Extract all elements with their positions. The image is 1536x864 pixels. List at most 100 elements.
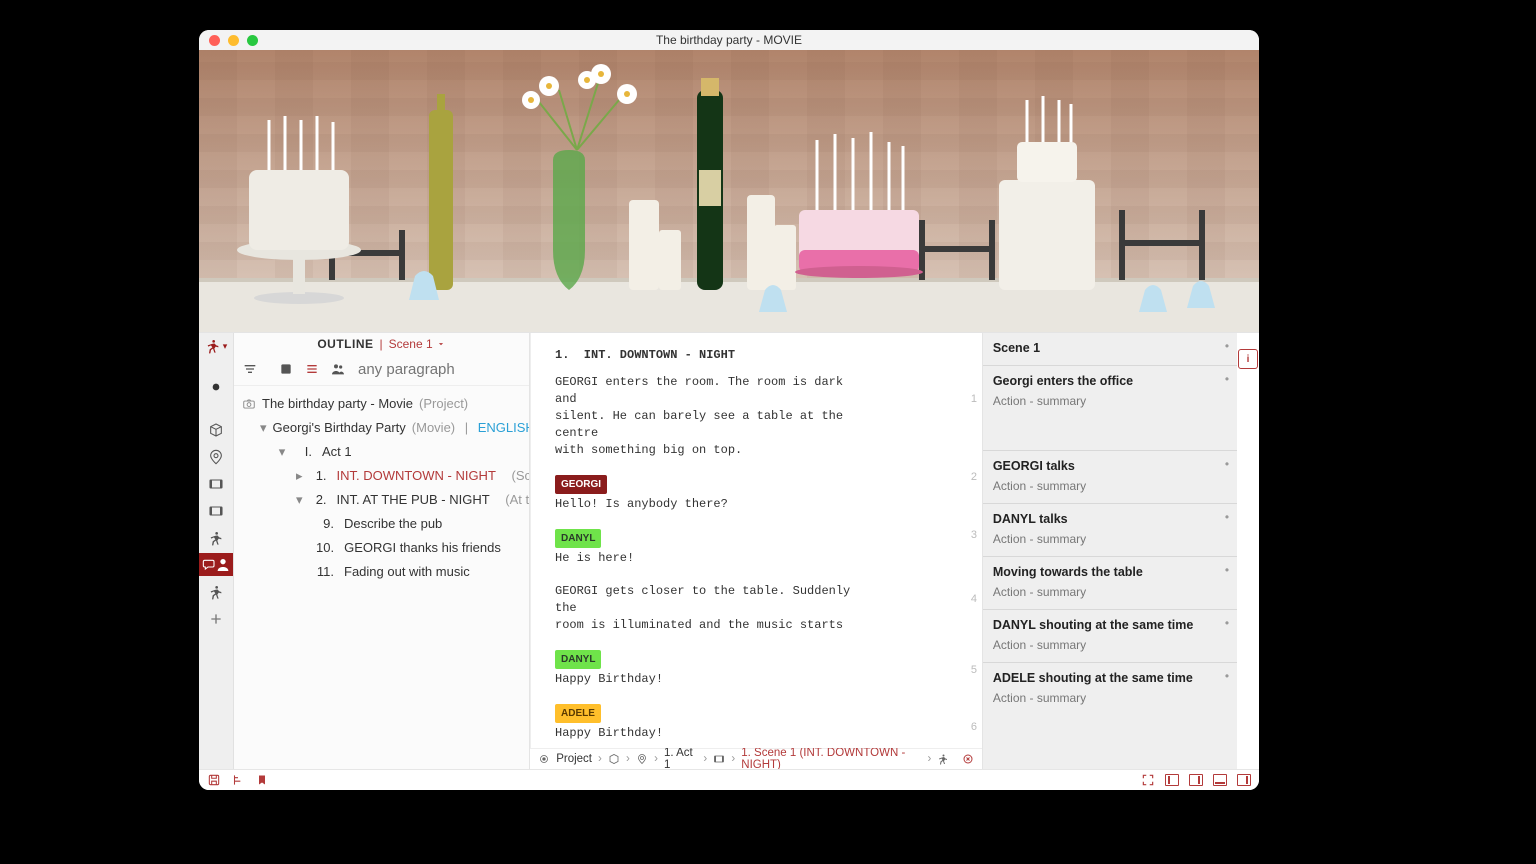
chevron-down-icon: ▾ <box>296 492 303 508</box>
info-card-sub: Action - summary <box>993 691 1227 705</box>
nav-runner-icon[interactable] <box>199 526 233 549</box>
info-card-sub: Action - summary <box>993 394 1227 408</box>
dialogue-line[interactable]: Happy Birthday! <box>555 725 855 742</box>
outline-project-row[interactable]: The birthday party - Movie (Project) <box>238 392 525 416</box>
panel-left-icon[interactable] <box>1165 773 1179 787</box>
dialogue-line[interactable]: Hello! Is anybody there? <box>555 496 855 513</box>
crumb-project[interactable]: Project <box>556 753 592 765</box>
structure-icon[interactable] <box>231 773 245 787</box>
fullscreen-icon[interactable] <box>1141 773 1155 787</box>
main: ▾ <box>199 332 1259 769</box>
info-card-sub: Action - summary <box>993 532 1227 546</box>
runner-icon[interactable]: ▾ <box>199 337 233 355</box>
dialogue-line[interactable]: Happy Birthday! <box>555 671 855 688</box>
close-window-button[interactable] <box>209 35 220 46</box>
status-bar <box>199 769 1259 790</box>
left-icon-strip: ▾ <box>199 333 234 769</box>
action-paragraph[interactable]: GEORGI enters the room. The room is dark… <box>555 374 855 459</box>
outline-act-row[interactable]: ▾ I. Act 1 <box>272 440 525 464</box>
camera-icon <box>242 397 256 411</box>
outline-panel: OUTLINE | Scene 1 <box>234 333 530 769</box>
info-card-sub: Action - summary <box>993 638 1227 652</box>
info-scene-header[interactable]: Scene 1 • <box>983 333 1237 366</box>
action-paragraph[interactable]: GEORGI gets closer to the table. Suddenl… <box>555 583 855 634</box>
panel-bottom-icon[interactable] <box>1213 773 1227 787</box>
chevron-down-icon: ▾ <box>276 444 288 460</box>
language-link[interactable]: ENGLISH <box>478 420 529 436</box>
outline-beat-row[interactable]: 11. Fading out with music <box>312 560 525 584</box>
film-icon <box>713 752 725 766</box>
nav-location-icon[interactable] <box>199 445 233 468</box>
info-card[interactable]: GEORGI talks Action - summary • <box>983 451 1237 504</box>
info-card-sub: Action - summary <box>993 479 1227 493</box>
info-card[interactable]: ADELE shouting at the same time Action -… <box>983 663 1237 715</box>
outline-header: OUTLINE | Scene 1 <box>234 333 529 353</box>
scene-heading[interactable]: 1. INT. DOWNTOWN - NIGHT <box>555 347 961 364</box>
breadcrumb: Project › › › 1. Act 1 › › 1. Scene 1 (I… <box>530 748 982 769</box>
filter-icon[interactable] <box>242 359 258 379</box>
zoom-window-button[interactable] <box>247 35 258 46</box>
character-tag-georgi[interactable]: GEORGI <box>555 475 607 494</box>
titlebar: The birthday party - MOVIE <box>199 30 1259 50</box>
chevron-down-icon: ▾ <box>260 420 267 436</box>
outline-title: OUTLINE <box>317 337 373 351</box>
editor-body[interactable]: 1. INT. DOWNTOWN - NIGHT GEORGI enters t… <box>530 333 982 748</box>
info-scene-title: Scene 1 <box>993 341 1227 355</box>
info-icon[interactable]: i <box>1238 349 1258 369</box>
right-icon-strip: i <box>1237 333 1259 769</box>
outline-movie-row[interactable]: ▾ Georgi's Birthday Party (Movie) | ENGL… <box>256 416 525 440</box>
view-people-icon[interactable] <box>330 359 346 379</box>
save-icon[interactable] <box>207 773 221 787</box>
script-page[interactable]: 1. INT. DOWNTOWN - NIGHT GEORGI enters t… <box>530 333 982 748</box>
runner-icon <box>937 752 949 766</box>
view-card-icon[interactable] <box>278 359 294 379</box>
info-panel: Scene 1 • Georgi enters the office Actio… <box>983 333 1237 769</box>
info-card[interactable]: Moving towards the table Action - summar… <box>983 557 1237 610</box>
info-card-headline: DANYL talks <box>993 512 1227 526</box>
pin-icon <box>636 752 648 766</box>
crumb-act[interactable]: 1. Act 1 <box>664 747 697 771</box>
chevron-right-icon: ▸ <box>296 468 303 484</box>
app-window: The birthday party - MOVIE <box>199 30 1259 790</box>
character-tag-adele[interactable]: ADELE <box>555 704 601 723</box>
nav-film2-icon[interactable] <box>199 499 233 522</box>
nav-runner2-icon[interactable] <box>199 580 233 603</box>
window-title: The birthday party - MOVIE <box>199 33 1259 47</box>
info-card[interactable]: DANYL shouting at the same time Action -… <box>983 610 1237 663</box>
character-tag-danyl[interactable]: DANYL <box>555 529 601 548</box>
outline-search-input[interactable] <box>356 360 559 379</box>
outline-scene-row[interactable]: ▸ 1. INT. DOWNTOWN - NIGHT (Scene 1) <box>292 464 525 488</box>
hero-image <box>199 50 1259 332</box>
dialogue-line[interactable]: He is here! <box>555 550 855 567</box>
info-card-headline: DANYL shouting at the same time <box>993 618 1227 632</box>
info-card[interactable]: Georgi enters the office Action - summar… <box>983 366 1237 451</box>
cube-icon <box>608 752 620 766</box>
outline-tree: The birthday party - Movie (Project) ▾ G… <box>234 386 529 769</box>
info-card-headline: ADELE shouting at the same time <box>993 671 1227 685</box>
panel-right2-icon[interactable] <box>1237 773 1251 787</box>
info-card-headline: GEORGI talks <box>993 459 1227 473</box>
info-card-headline: Moving towards the table <box>993 565 1227 579</box>
nav-add-icon[interactable] <box>199 607 233 630</box>
nav-dot-icon[interactable] <box>199 375 233 398</box>
outline-tools <box>234 353 529 386</box>
panel-right-icon[interactable] <box>1189 773 1203 787</box>
minimize-window-button[interactable] <box>228 35 239 46</box>
outline-current-scene[interactable]: Scene 1 <box>389 337 446 351</box>
breadcrumb-close-icon[interactable] <box>962 752 974 766</box>
outline-beat-row[interactable]: 10. GEORGI thanks his friends <box>312 536 525 560</box>
nav-dialogue-icon[interactable] <box>199 553 233 576</box>
outline-beat-row[interactable]: 9. Describe the pub <box>312 512 525 536</box>
target-icon[interactable] <box>538 752 550 766</box>
outline-scene-row[interactable]: ▾ 2. INT. AT THE PUB - NIGHT (At the pub… <box>292 488 525 512</box>
info-card-sub: Action - summary <box>993 585 1227 599</box>
info-card[interactable]: DANYL talks Action - summary • <box>983 504 1237 557</box>
nav-film1-icon[interactable] <box>199 472 233 495</box>
info-card-headline: Georgi enters the office <box>993 374 1227 388</box>
view-list-icon[interactable] <box>304 359 320 379</box>
crumb-scene[interactable]: 1. Scene 1 (INT. DOWNTOWN - NIGHT) <box>741 747 921 771</box>
nav-cube-icon[interactable] <box>199 418 233 441</box>
bookmark-icon[interactable] <box>255 773 269 787</box>
character-tag-danyl[interactable]: DANYL <box>555 650 601 669</box>
script-editor: 1. INT. DOWNTOWN - NIGHT GEORGI enters t… <box>530 333 983 769</box>
